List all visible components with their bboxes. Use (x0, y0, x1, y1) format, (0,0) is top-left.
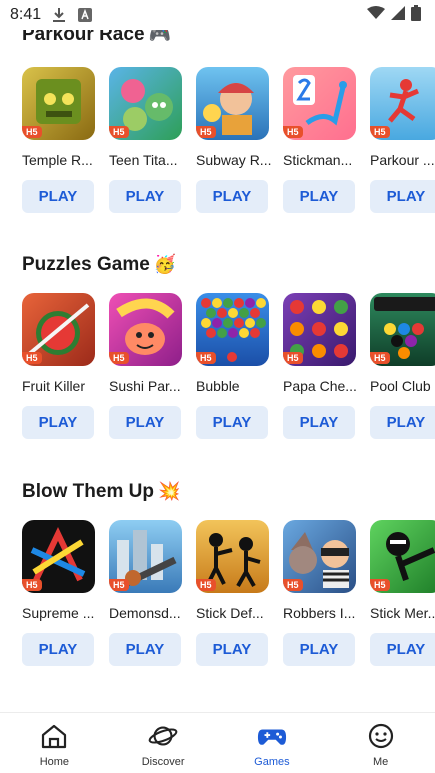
h5-badge: H5 (370, 579, 390, 591)
status-time: 8:41 (10, 6, 42, 23)
section-emoji: 🥳 (153, 254, 177, 274)
section-emoji: 💥 (157, 481, 181, 501)
game-name: Stick Def... (196, 605, 264, 621)
game-name: Pool Club (370, 378, 431, 394)
play-button[interactable]: PLAY (283, 180, 355, 213)
h5-badge: H5 (109, 579, 129, 591)
nav-label: Games (254, 756, 290, 768)
game-name: Supreme ... (22, 605, 95, 621)
game-thumbnail[interactable]: H5 (109, 67, 182, 140)
game-name: Bubble (196, 378, 240, 394)
play-button[interactable]: PLAY (22, 180, 94, 213)
h5-badge: H5 (109, 126, 129, 138)
game-thumbnail[interactable]: H5 (22, 67, 95, 140)
game-thumbnail[interactable]: H5 (22, 520, 95, 593)
status-bar: 8:41 (0, 0, 435, 30)
nav-home[interactable]: Home (0, 713, 109, 773)
section-title-text: Blow Them Up (22, 481, 154, 502)
nav-label: Home (39, 756, 70, 768)
game-name: Stickman... (283, 152, 353, 168)
game-thumbnail[interactable]: H5 (283, 293, 356, 366)
h5-badge: H5 (196, 126, 216, 138)
play-button[interactable]: PLAY (109, 406, 181, 439)
play-button[interactable]: PLAY (196, 406, 268, 439)
gamepad-icon (257, 721, 287, 751)
game-thumbnail[interactable]: H5 (196, 520, 269, 593)
game-list[interactable]: Parkour Race 🎮 H5 Temple R... PLAY H5 Tee… (0, 30, 435, 712)
h5-badge: H5 (196, 352, 216, 364)
bottom-navigation: Home Discover Games Me (0, 712, 435, 773)
section-title-text: Parkour Race (22, 30, 145, 45)
h5-badge: H5 (283, 352, 303, 364)
game-name: Robbers I... (283, 605, 356, 621)
play-button[interactable]: PLAY (109, 180, 181, 213)
play-button[interactable]: PLAY (370, 180, 435, 213)
nav-label: Discover (141, 756, 185, 768)
game-row: H5 Fruit Killer PLAY H5 Sushi Par... PLA… (22, 293, 435, 473)
h5-badge: H5 (370, 352, 390, 364)
home-icon (39, 721, 69, 751)
section-emoji: 🎮 (148, 30, 171, 44)
smile-icon (366, 721, 396, 751)
h5-badge: H5 (283, 126, 303, 138)
play-button[interactable]: PLAY (196, 180, 268, 213)
game-row: H5 Temple R... PLAY H5 Teen Tita... PLAY… (22, 67, 435, 247)
play-button[interactable]: PLAY (22, 406, 94, 439)
play-button[interactable]: PLAY (283, 633, 355, 666)
game-name: Sushi Par... (109, 378, 181, 394)
game-thumbnail[interactable]: H5 (370, 293, 435, 366)
game-thumbnail[interactable]: H5 (283, 67, 356, 140)
planet-icon (148, 721, 178, 751)
game-name: Papa Che... (283, 378, 357, 394)
play-button[interactable]: PLAY (196, 633, 268, 666)
game-name: Subway R... (196, 152, 272, 168)
h5-badge: H5 (22, 126, 42, 138)
nav-label: Me (372, 756, 389, 768)
game-name: Temple R... (22, 152, 93, 168)
nav-me[interactable]: Me (326, 713, 435, 773)
h5-badge: H5 (370, 126, 390, 138)
play-button[interactable]: PLAY (283, 406, 355, 439)
game-row: H5 Supreme ... PLAY H5 Demonsd... PLAY H… (22, 520, 435, 700)
game-thumbnail[interactable]: H5 (196, 67, 269, 140)
h5-badge: H5 (196, 579, 216, 591)
h5-badge: H5 (283, 579, 303, 591)
section-title: Parkour Race 🎮 (22, 30, 171, 46)
game-thumbnail[interactable]: H5 (109, 293, 182, 366)
section-title: Blow Them Up 💥 (22, 481, 180, 503)
game-thumbnail[interactable]: H5 (109, 520, 182, 593)
h5-badge: H5 (109, 352, 129, 364)
nav-discover[interactable]: Discover (109, 713, 218, 773)
play-button[interactable]: PLAY (370, 406, 435, 439)
play-button[interactable]: PLAY (22, 633, 94, 666)
game-name: Fruit Killer (22, 378, 86, 394)
game-name: Parkour ... (370, 152, 435, 168)
battery-icon (411, 4, 421, 26)
wifi-icon (367, 5, 385, 25)
play-button[interactable]: PLAY (109, 633, 181, 666)
game-thumbnail[interactable]: H5 (370, 520, 435, 593)
game-thumbnail[interactable]: H5 (196, 293, 269, 366)
play-button[interactable]: PLAY (370, 633, 435, 666)
section-title-text: Puzzles Game (22, 254, 150, 275)
h5-badge: H5 (22, 352, 42, 364)
download-icon (51, 7, 67, 23)
game-name: Demonsd... (109, 605, 181, 621)
game-name: Stick Mer... (370, 605, 435, 621)
signal-icon (391, 5, 405, 25)
game-thumbnail[interactable]: H5 (283, 520, 356, 593)
game-thumbnail[interactable]: H5 (22, 293, 95, 366)
app-notification-icon (77, 7, 93, 23)
game-name: Teen Tita... (109, 152, 178, 168)
h5-badge: H5 (22, 579, 42, 591)
section-title: Puzzles Game 🥳 (22, 254, 176, 276)
game-thumbnail[interactable]: H5 (370, 67, 435, 140)
nav-games[interactable]: Games (218, 713, 327, 773)
